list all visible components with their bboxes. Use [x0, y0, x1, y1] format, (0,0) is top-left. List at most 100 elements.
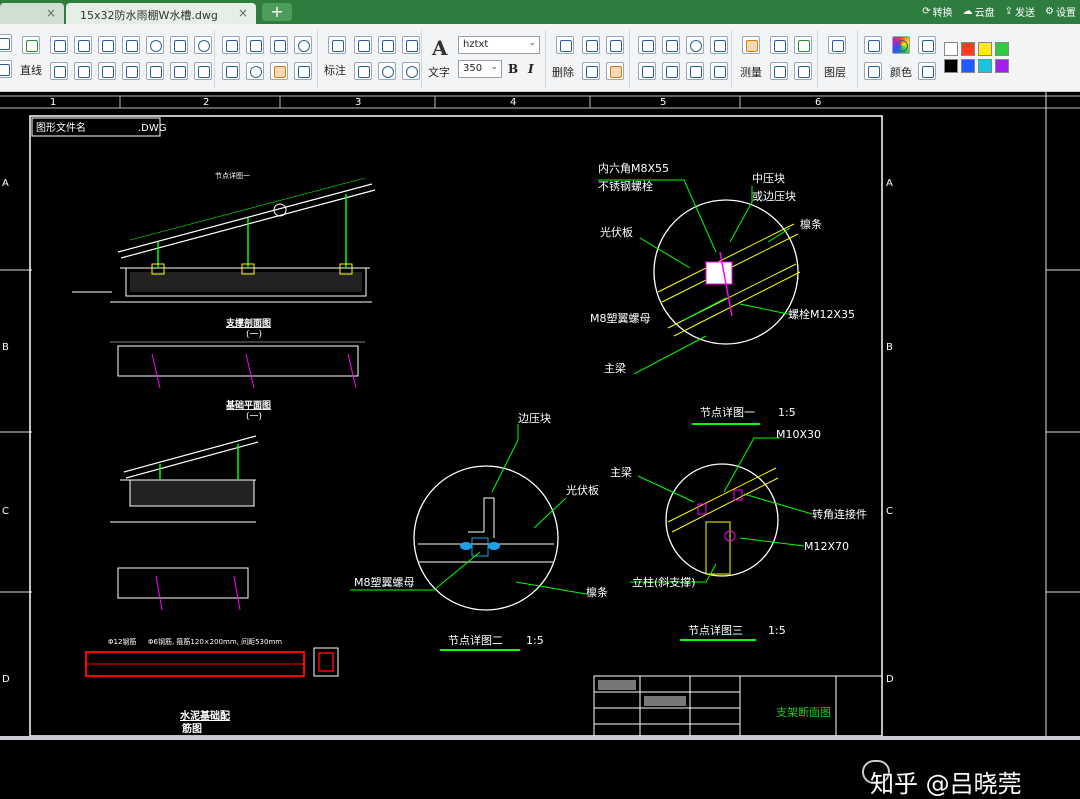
- diameter-dim-icon[interactable]: [402, 62, 420, 80]
- color-swatch[interactable]: [944, 59, 958, 73]
- leader-lines-3: [630, 437, 813, 583]
- italic-button[interactable]: I: [528, 62, 534, 76]
- hatch-icon[interactable]: [270, 62, 288, 80]
- parallelogram-icon[interactable]: [98, 62, 116, 80]
- select-tool-icon[interactable]: [0, 60, 12, 78]
- continuous-dim-icon[interactable]: [402, 36, 420, 54]
- font-select-value: hztxt: [463, 39, 489, 50]
- color-swatch[interactable]: [978, 59, 992, 73]
- color-picker-icon[interactable]: [918, 62, 936, 80]
- cloud-button[interactable]: ☁ 云盘: [963, 4, 995, 19]
- spline-icon[interactable]: [122, 62, 140, 80]
- color-swatch[interactable]: [995, 42, 1009, 56]
- cut-icon[interactable]: [606, 36, 624, 54]
- tab-active-drawing[interactable]: 15x32防水雨棚W水槽.dwg ×: [66, 3, 256, 24]
- linetype-icon[interactable]: [864, 36, 882, 54]
- pv-panel-label: 光伏板: [600, 225, 633, 239]
- fillet-icon[interactable]: [270, 36, 288, 54]
- convert-icon: ⟳: [922, 6, 931, 17]
- measure-icon[interactable]: [742, 36, 760, 54]
- circle-icon[interactable]: [146, 36, 164, 54]
- color-swatch[interactable]: [944, 42, 958, 56]
- import-icon[interactable]: [794, 62, 812, 80]
- measure-group: 测量: [734, 30, 818, 88]
- image-icon[interactable]: [294, 62, 312, 80]
- copy-icon[interactable]: [582, 36, 600, 54]
- dimension-group: 标注: [320, 30, 422, 88]
- cement-base-title: 水泥基础配: [179, 709, 230, 722]
- area-icon[interactable]: [770, 36, 788, 54]
- lineweight-icon[interactable]: [864, 62, 882, 80]
- color-swatch[interactable]: [995, 59, 1009, 73]
- layer-icon[interactable]: [828, 36, 846, 54]
- zoom-window-icon[interactable]: [662, 36, 680, 54]
- view-3d-icon[interactable]: [710, 36, 728, 54]
- bold-button[interactable]: B: [508, 62, 518, 76]
- polyline-icon[interactable]: [50, 36, 68, 54]
- color-swatch[interactable]: [961, 59, 975, 73]
- new-tab-button[interactable]: +: [262, 3, 292, 21]
- font-size-select[interactable]: 350 ⌄: [458, 60, 502, 78]
- rotate-icon[interactable]: [294, 36, 312, 54]
- corner-connector-label: 转角连接件: [812, 507, 867, 521]
- ellipse-icon[interactable]: [194, 36, 212, 54]
- font-select[interactable]: hztxt ⌄: [458, 36, 540, 54]
- export-icon[interactable]: [770, 62, 788, 80]
- scale-label-1: 1:5: [778, 406, 796, 419]
- line-tool-icon[interactable]: [22, 36, 40, 54]
- match-properties-icon[interactable]: [606, 62, 624, 80]
- offset-icon[interactable]: [222, 62, 240, 80]
- mirror-icon[interactable]: [686, 62, 704, 80]
- convert-button[interactable]: ⟳ 转换: [922, 4, 952, 19]
- col-number: 3: [355, 97, 361, 108]
- move-icon[interactable]: [222, 36, 240, 54]
- paste-icon[interactable]: [582, 62, 600, 80]
- eraser-icon[interactable]: [556, 36, 574, 54]
- m8-nut-2-label: M8塑翼螺母: [354, 575, 415, 589]
- trapezoid-icon[interactable]: [146, 62, 164, 80]
- triangle-icon[interactable]: [50, 62, 68, 80]
- leader-icon[interactable]: [354, 62, 372, 80]
- cad-drawing[interactable]: 1 2 3 4 5 6 A B C D A B C D 图形文件名 .DWG 节…: [0, 92, 1080, 737]
- rectangle-icon[interactable]: [98, 36, 116, 54]
- cloud-view-icon[interactable]: [662, 62, 680, 80]
- polyline-angle-icon[interactable]: [122, 36, 140, 54]
- settings-button[interactable]: ⚙ 设置: [1045, 4, 1076, 19]
- layout-icon[interactable]: [638, 62, 656, 80]
- edge-clamp-alt-label: 或边压块: [752, 190, 796, 203]
- ray-icon[interactable]: [194, 62, 212, 80]
- highlighter-icon[interactable]: [794, 36, 812, 54]
- color-wheel-icon[interactable]: [892, 36, 910, 54]
- rounded-rect-icon[interactable]: [170, 62, 188, 80]
- multiline-icon[interactable]: [74, 36, 92, 54]
- close-icon[interactable]: ×: [238, 6, 248, 20]
- cloud-icon: ☁: [962, 6, 973, 17]
- trim-icon[interactable]: [246, 36, 264, 54]
- eraser-color-icon[interactable]: [918, 36, 936, 54]
- line-tool-label: 直线: [20, 64, 42, 77]
- revcloud-icon[interactable]: [170, 36, 188, 54]
- text-tool-icon[interactable]: A: [432, 36, 448, 60]
- main-beam-2-label: 主梁: [610, 465, 632, 479]
- color-swatch[interactable]: [978, 42, 992, 56]
- close-icon[interactable]: ×: [46, 6, 56, 20]
- send-button[interactable]: ⇪ 发送: [1005, 4, 1035, 19]
- regen-icon[interactable]: [686, 36, 704, 54]
- bolt-m12x35-label: 螺栓M12X35: [788, 307, 855, 321]
- pentagon-icon[interactable]: [74, 62, 92, 80]
- watermark: 知乎 @吕晓莞: [870, 770, 1022, 798]
- pan-tool-icon[interactable]: [0, 34, 12, 52]
- col-number: 1: [50, 97, 56, 108]
- radius-dim-icon[interactable]: [378, 62, 396, 80]
- edit-group: 删除: [548, 30, 630, 88]
- color-swatch[interactable]: [961, 42, 975, 56]
- scale-label-2: 1:5: [526, 634, 544, 647]
- angular-dim-icon[interactable]: [378, 36, 396, 54]
- grid-view-icon[interactable]: [710, 62, 728, 80]
- aligned-dim-icon[interactable]: [354, 36, 372, 54]
- pan-view-icon[interactable]: [638, 36, 656, 54]
- explode-icon[interactable]: [246, 62, 264, 80]
- tab-previous[interactable]: ×: [0, 3, 64, 24]
- drawing-canvas[interactable]: 1 2 3 4 5 6 A B C D A B C D 图形文件名 .DWG 节…: [0, 92, 1080, 798]
- dimension-icon[interactable]: [328, 36, 346, 54]
